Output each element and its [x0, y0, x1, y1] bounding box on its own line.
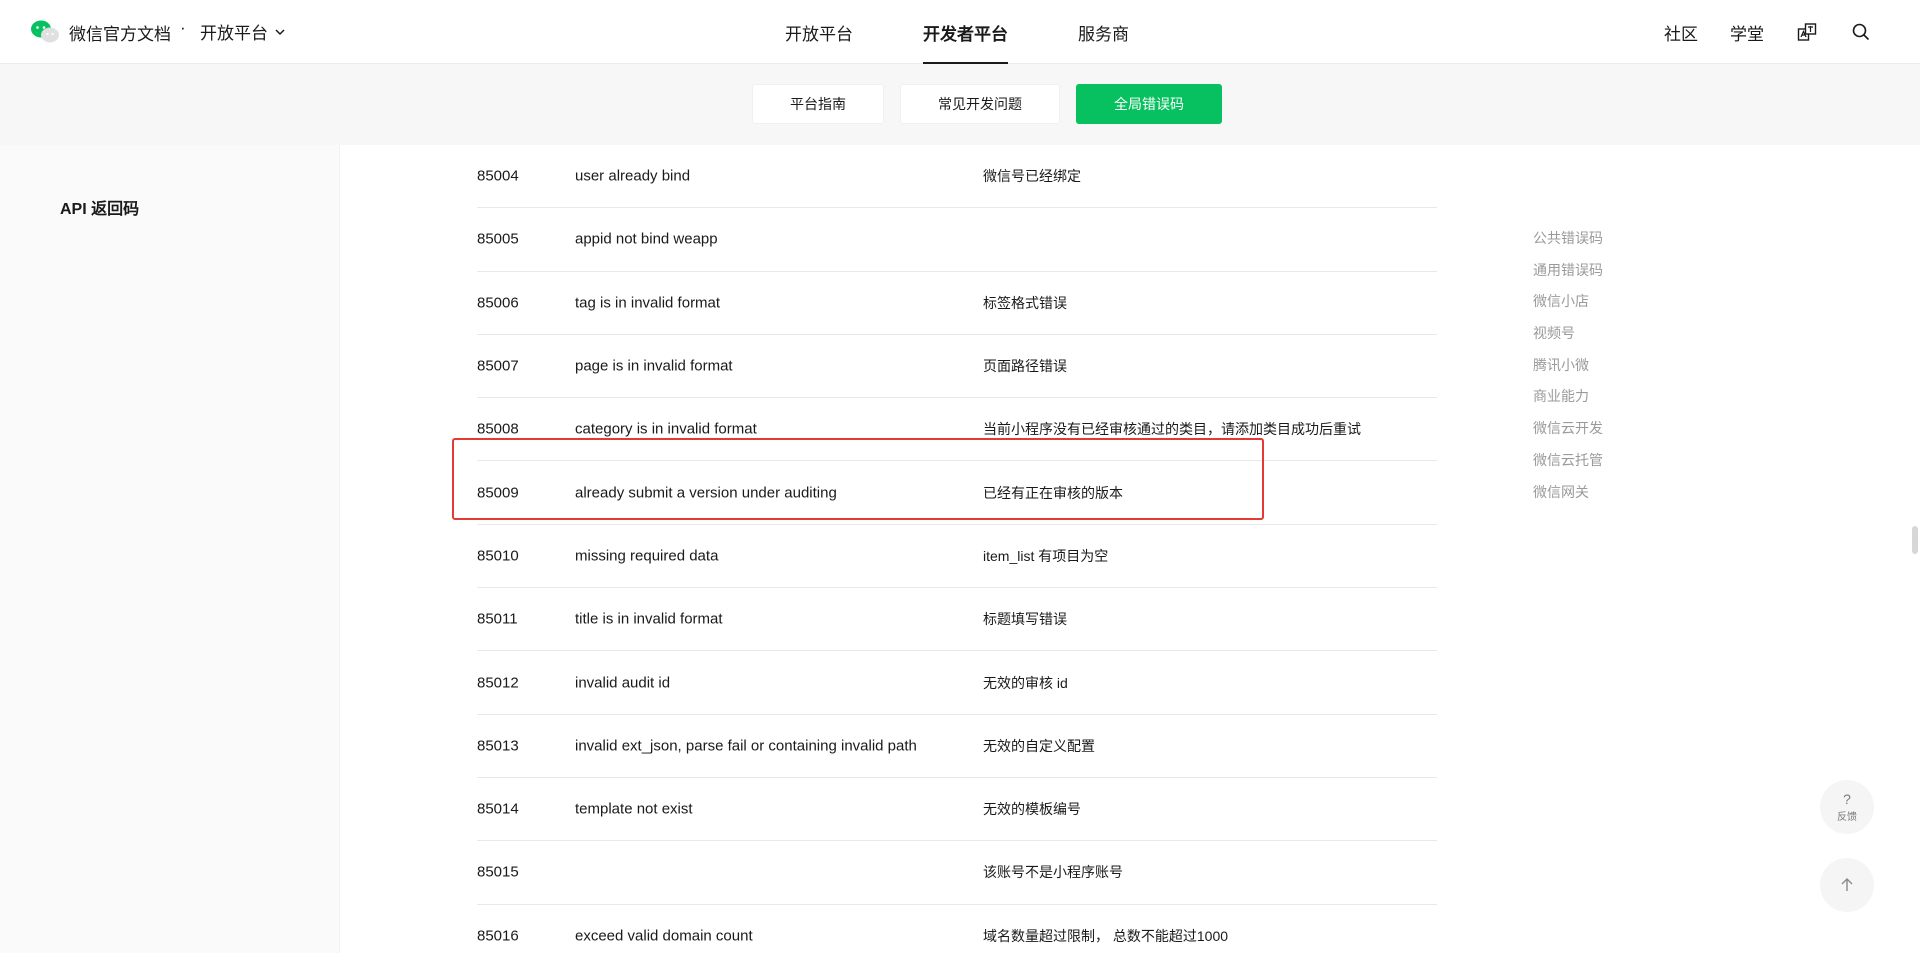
- error-description: 标题填写错误: [983, 611, 1067, 628]
- error-message: template not exist: [575, 800, 693, 818]
- error-description: item_list 有项目为空: [983, 547, 1109, 564]
- nav-right-group: 社区 学堂: [1632, 0, 1872, 64]
- tab-service-provider[interactable]: 服务商: [1078, 0, 1129, 64]
- feedback-label: 反馈: [1837, 811, 1857, 823]
- error-code: 85011: [477, 610, 518, 628]
- wechat-logo-icon[interactable]: [30, 19, 60, 45]
- back-to-top-button[interactable]: [1820, 858, 1874, 912]
- top-navbar: 微信官方文档 · 开放平台 开放平台 开发者平台 服务商 社区 学堂: [0, 0, 1920, 64]
- platform-switch-dropdown[interactable]: 开放平台: [200, 19, 286, 44]
- toc-item[interactable]: 微信云托管: [1533, 450, 1603, 482]
- search-icon[interactable]: [1850, 21, 1872, 43]
- error-code: 85009: [477, 484, 519, 502]
- error-code: 85010: [477, 547, 519, 565]
- scrollbar-thumb[interactable]: [1912, 526, 1918, 554]
- chevron-down-icon: [275, 28, 285, 35]
- error-code: 85015: [477, 863, 519, 881]
- table-row: 85007 page is in invalid format 页面路径错误: [477, 335, 1437, 399]
- toc-item[interactable]: 腾讯小微: [1533, 355, 1603, 387]
- error-description: 域名数量超过限制， 总数不能超过1000: [983, 927, 1229, 944]
- error-message: title is in invalid format: [575, 610, 723, 628]
- error-code: 85012: [477, 674, 519, 692]
- error-description: 标签格式错误: [983, 294, 1067, 311]
- error-description: 该账号不是小程序账号: [983, 864, 1123, 881]
- table-row: 85014 template not exist 无效的模板编号: [477, 778, 1437, 842]
- brand-title[interactable]: 微信官方文档: [69, 20, 171, 45]
- error-description: 已经有正在审核的版本: [983, 484, 1123, 501]
- tab-developer-platform[interactable]: 开发者平台: [923, 0, 1008, 64]
- error-code: 85005: [477, 230, 519, 248]
- feedback-button[interactable]: ? 反馈: [1820, 780, 1874, 834]
- common-dev-issues-button[interactable]: 常见开发问题: [900, 84, 1060, 124]
- brand-separator: ·: [180, 18, 186, 37]
- error-message: missing required data: [575, 547, 719, 565]
- table-row: 85013 invalid ext_json, parse fail or co…: [477, 715, 1437, 778]
- toc-item[interactable]: 微信云开发: [1533, 418, 1603, 450]
- error-message: user already bind: [575, 167, 691, 185]
- error-code: 85004: [477, 167, 519, 185]
- table-row: 85016 exceed valid domain count 域名数量超过限制…: [477, 905, 1437, 953]
- global-error-codes-button[interactable]: 全局错误码: [1076, 84, 1222, 124]
- error-code: 85016: [477, 927, 519, 945]
- error-message: exceed valid domain count: [575, 927, 753, 945]
- error-message: already submit a version under auditing: [575, 484, 837, 502]
- error-code-table: 85004 user already bind 微信号已经绑定 85005 ap…: [477, 145, 1437, 953]
- error-code: 85013: [477, 737, 519, 755]
- table-row: 85006 tag is in invalid format 标签格式错误: [477, 272, 1437, 335]
- sidebar-title[interactable]: API 返回码: [60, 195, 139, 219]
- left-sidebar: API 返回码: [0, 145, 340, 953]
- community-link[interactable]: 社区: [1664, 20, 1698, 45]
- error-description: 无效的模板编号: [983, 801, 1081, 818]
- table-row: 85004 user already bind 微信号已经绑定: [477, 145, 1437, 209]
- toc-item[interactable]: 公共错误码: [1533, 228, 1603, 260]
- error-description: 微信号已经绑定: [983, 168, 1081, 185]
- question-icon: ?: [1843, 790, 1851, 807]
- toc-item[interactable]: 视频号: [1533, 323, 1603, 355]
- error-code: 85006: [477, 294, 519, 312]
- translate-icon[interactable]: [1796, 21, 1818, 43]
- error-message: category is in invalid format: [575, 420, 757, 438]
- academy-link[interactable]: 学堂: [1730, 20, 1764, 45]
- main-nav-tabs: 开放平台 开发者平台 服务商: [785, 0, 1199, 64]
- error-code: 85007: [477, 357, 519, 375]
- platform-guide-button[interactable]: 平台指南: [752, 84, 884, 124]
- error-message: tag is in invalid format: [575, 294, 721, 312]
- error-description: 当前小程序没有已经审核通过的类目，请添加类目成功后重试: [983, 421, 1361, 438]
- tab-open-platform[interactable]: 开放平台: [785, 0, 853, 64]
- error-message: invalid audit id: [575, 674, 671, 692]
- error-description: 页面路径错误: [983, 358, 1067, 375]
- arrow-up-icon: [1841, 878, 1853, 891]
- table-row: 85010 missing required data item_list 有项…: [477, 525, 1437, 589]
- table-row: 85008 category is in invalid format 当前小程…: [477, 398, 1437, 462]
- error-code: 85014: [477, 800, 519, 818]
- error-code: 85008: [477, 420, 519, 438]
- toc-item[interactable]: 微信小店: [1533, 291, 1603, 323]
- error-message: appid not bind weapp: [575, 230, 718, 248]
- toc-item[interactable]: 微信网关: [1533, 482, 1603, 514]
- error-description: 无效的自定义配置: [983, 737, 1095, 754]
- page-toc: 公共错误码 通用错误码 微信小店 视频号 腾讯小微 商业能力 微信云开发 微信云…: [1533, 228, 1603, 513]
- table-row: 85011 title is in invalid format 标题填写错误: [477, 588, 1437, 652]
- doc-subnav-bar: 平台指南 常见开发问题 全局错误码: [0, 64, 1920, 145]
- error-message: page is in invalid format: [575, 357, 733, 375]
- error-description: 无效的审核 id: [983, 674, 1068, 691]
- table-row: 85015 该账号不是小程序账号: [477, 841, 1437, 905]
- table-row: 85005 appid not bind weapp: [477, 208, 1437, 272]
- toc-item[interactable]: 通用错误码: [1533, 260, 1603, 292]
- table-row: 85012 invalid audit id 无效的审核 id: [477, 651, 1437, 715]
- toc-item[interactable]: 商业能力: [1533, 386, 1603, 418]
- table-row-highlighted: 85009 already submit a version under aud…: [477, 461, 1437, 525]
- platform-switch-label: 开放平台: [200, 24, 268, 43]
- error-message: invalid ext_json, parse fail or containi…: [575, 737, 917, 755]
